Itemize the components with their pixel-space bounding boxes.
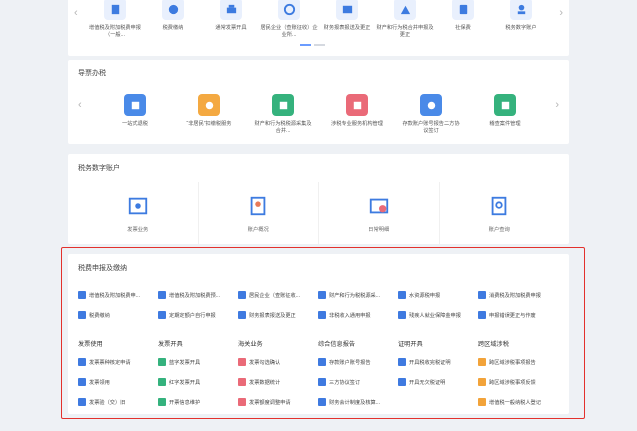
task-item[interactable]: “非居民”扣缴税服务	[172, 94, 246, 134]
service-label: 增值税及附加税费申报（一般...	[89, 25, 141, 38]
tax-account-row: 发票业务 账户概况 日常明细 账户查询	[78, 182, 559, 244]
collect-icon	[272, 94, 294, 116]
report-icon	[336, 0, 358, 20]
printer-icon	[220, 0, 242, 20]
service-label: 居民企业（查账征收）企业所...	[260, 25, 318, 38]
top-services-card: ‹ › 增值税及附加税费申报（一般... 税费缴纳 通常发票开具 居民企业（查账…	[68, 0, 569, 56]
service-label: 通常发票开具	[215, 25, 247, 31]
property-icon	[394, 0, 416, 20]
query-icon	[487, 194, 511, 218]
detail-icon	[367, 194, 391, 218]
service-icon	[198, 94, 220, 116]
section-title: 税务数字账户	[78, 165, 120, 172]
section-title: 导票办税	[78, 70, 106, 77]
invoice-icon	[126, 194, 150, 218]
task-label: 财产和行为税税源采集及合并...	[254, 121, 312, 134]
task-label: “非居民”扣缴税服务	[186, 121, 232, 127]
service-label: 税费缴纳	[162, 25, 184, 31]
social-icon	[452, 0, 474, 20]
account-item[interactable]: 发票业务	[78, 182, 199, 244]
task-item[interactable]: 涉税专业服务机构管理	[320, 94, 394, 134]
tax-icon	[162, 0, 184, 20]
service-label: 税务数字账户	[505, 25, 537, 31]
service-item[interactable]: 税务数字账户	[492, 0, 550, 38]
enterprise-icon	[278, 0, 300, 20]
top-services-row: 增值税及附加税费申报（一般... 税费缴纳 通常发票开具 居民企业（查账征收）企…	[86, 0, 550, 38]
service-label: 财务报表报送及更正	[323, 25, 371, 31]
task-item[interactable]: 存款账户账号报告二方协议签订	[394, 94, 468, 134]
carousel-dot[interactable]	[314, 44, 325, 46]
service-label: 社保费	[455, 25, 471, 31]
carousel-prev-arrow[interactable]: ‹	[78, 100, 82, 111]
account-item[interactable]: 账户查询	[440, 182, 560, 244]
profile-icon	[246, 194, 270, 218]
hot-tasks-card: 导票办税 ‹ › 一站式退税 “非居民”扣缴税服务 财产和行为税税源采集及合并.…	[68, 60, 569, 144]
account-item[interactable]: 账户概况	[199, 182, 319, 244]
document-icon	[104, 0, 126, 20]
service-item[interactable]: 财产和行为税合并申报及更正	[376, 0, 434, 38]
task-item[interactable]: 财产和行为税税源采集及合并...	[246, 94, 320, 134]
bank-icon	[420, 94, 442, 116]
service-item[interactable]: 社保费	[434, 0, 492, 38]
service-item[interactable]: 税费缴纳	[144, 0, 202, 38]
service-item[interactable]: 居民企业（查账征收）企业所...	[260, 0, 318, 38]
service-item[interactable]: 增值税及附加税费申报（一般...	[86, 0, 144, 38]
task-item[interactable]: 一站式退税	[98, 94, 172, 134]
task-label: 存款账户账号报告二方协议签订	[402, 121, 460, 134]
refund-icon	[124, 94, 146, 116]
account-label: 日常明细	[368, 226, 390, 233]
account-label: 发票业务	[127, 226, 149, 233]
account-item[interactable]: 日常明细	[319, 182, 440, 244]
page: ‹ › 增值税及附加税费申报（一般... 税费缴纳 通常发票开具 居民企业（查账…	[0, 0, 637, 431]
task-item[interactable]: 稽查案件管理	[468, 94, 542, 134]
carousel-next-arrow[interactable]: ›	[559, 8, 563, 19]
service-item[interactable]: 通常发票开具	[202, 0, 260, 38]
case-icon	[494, 94, 516, 116]
tax-account-card: 税务数字账户 发票业务 账户概况 日常明细 账户查询	[68, 154, 569, 244]
account-label: 账户概况	[247, 226, 269, 233]
service-item[interactable]: 财务报表报送及更正	[318, 0, 376, 38]
task-label: 涉税专业服务机构管理	[331, 121, 383, 127]
service-label: 财产和行为税合并申报及更正	[376, 25, 434, 38]
agency-icon	[346, 94, 368, 116]
account-label: 账户查询	[488, 226, 510, 233]
carousel-dots	[300, 44, 325, 46]
carousel-dot[interactable]	[300, 44, 311, 46]
carousel-prev-arrow[interactable]: ‹	[74, 8, 78, 19]
carousel-next-arrow[interactable]: ›	[555, 100, 559, 111]
account-icon	[510, 0, 532, 20]
hot-tasks-row: 一站式退税 “非居民”扣缴税服务 财产和行为税税源采集及合并... 涉税专业服务…	[98, 94, 542, 134]
task-label: 一站式退税	[122, 121, 148, 127]
highlight-box	[61, 247, 585, 419]
task-label: 稽查案件管理	[489, 121, 521, 127]
